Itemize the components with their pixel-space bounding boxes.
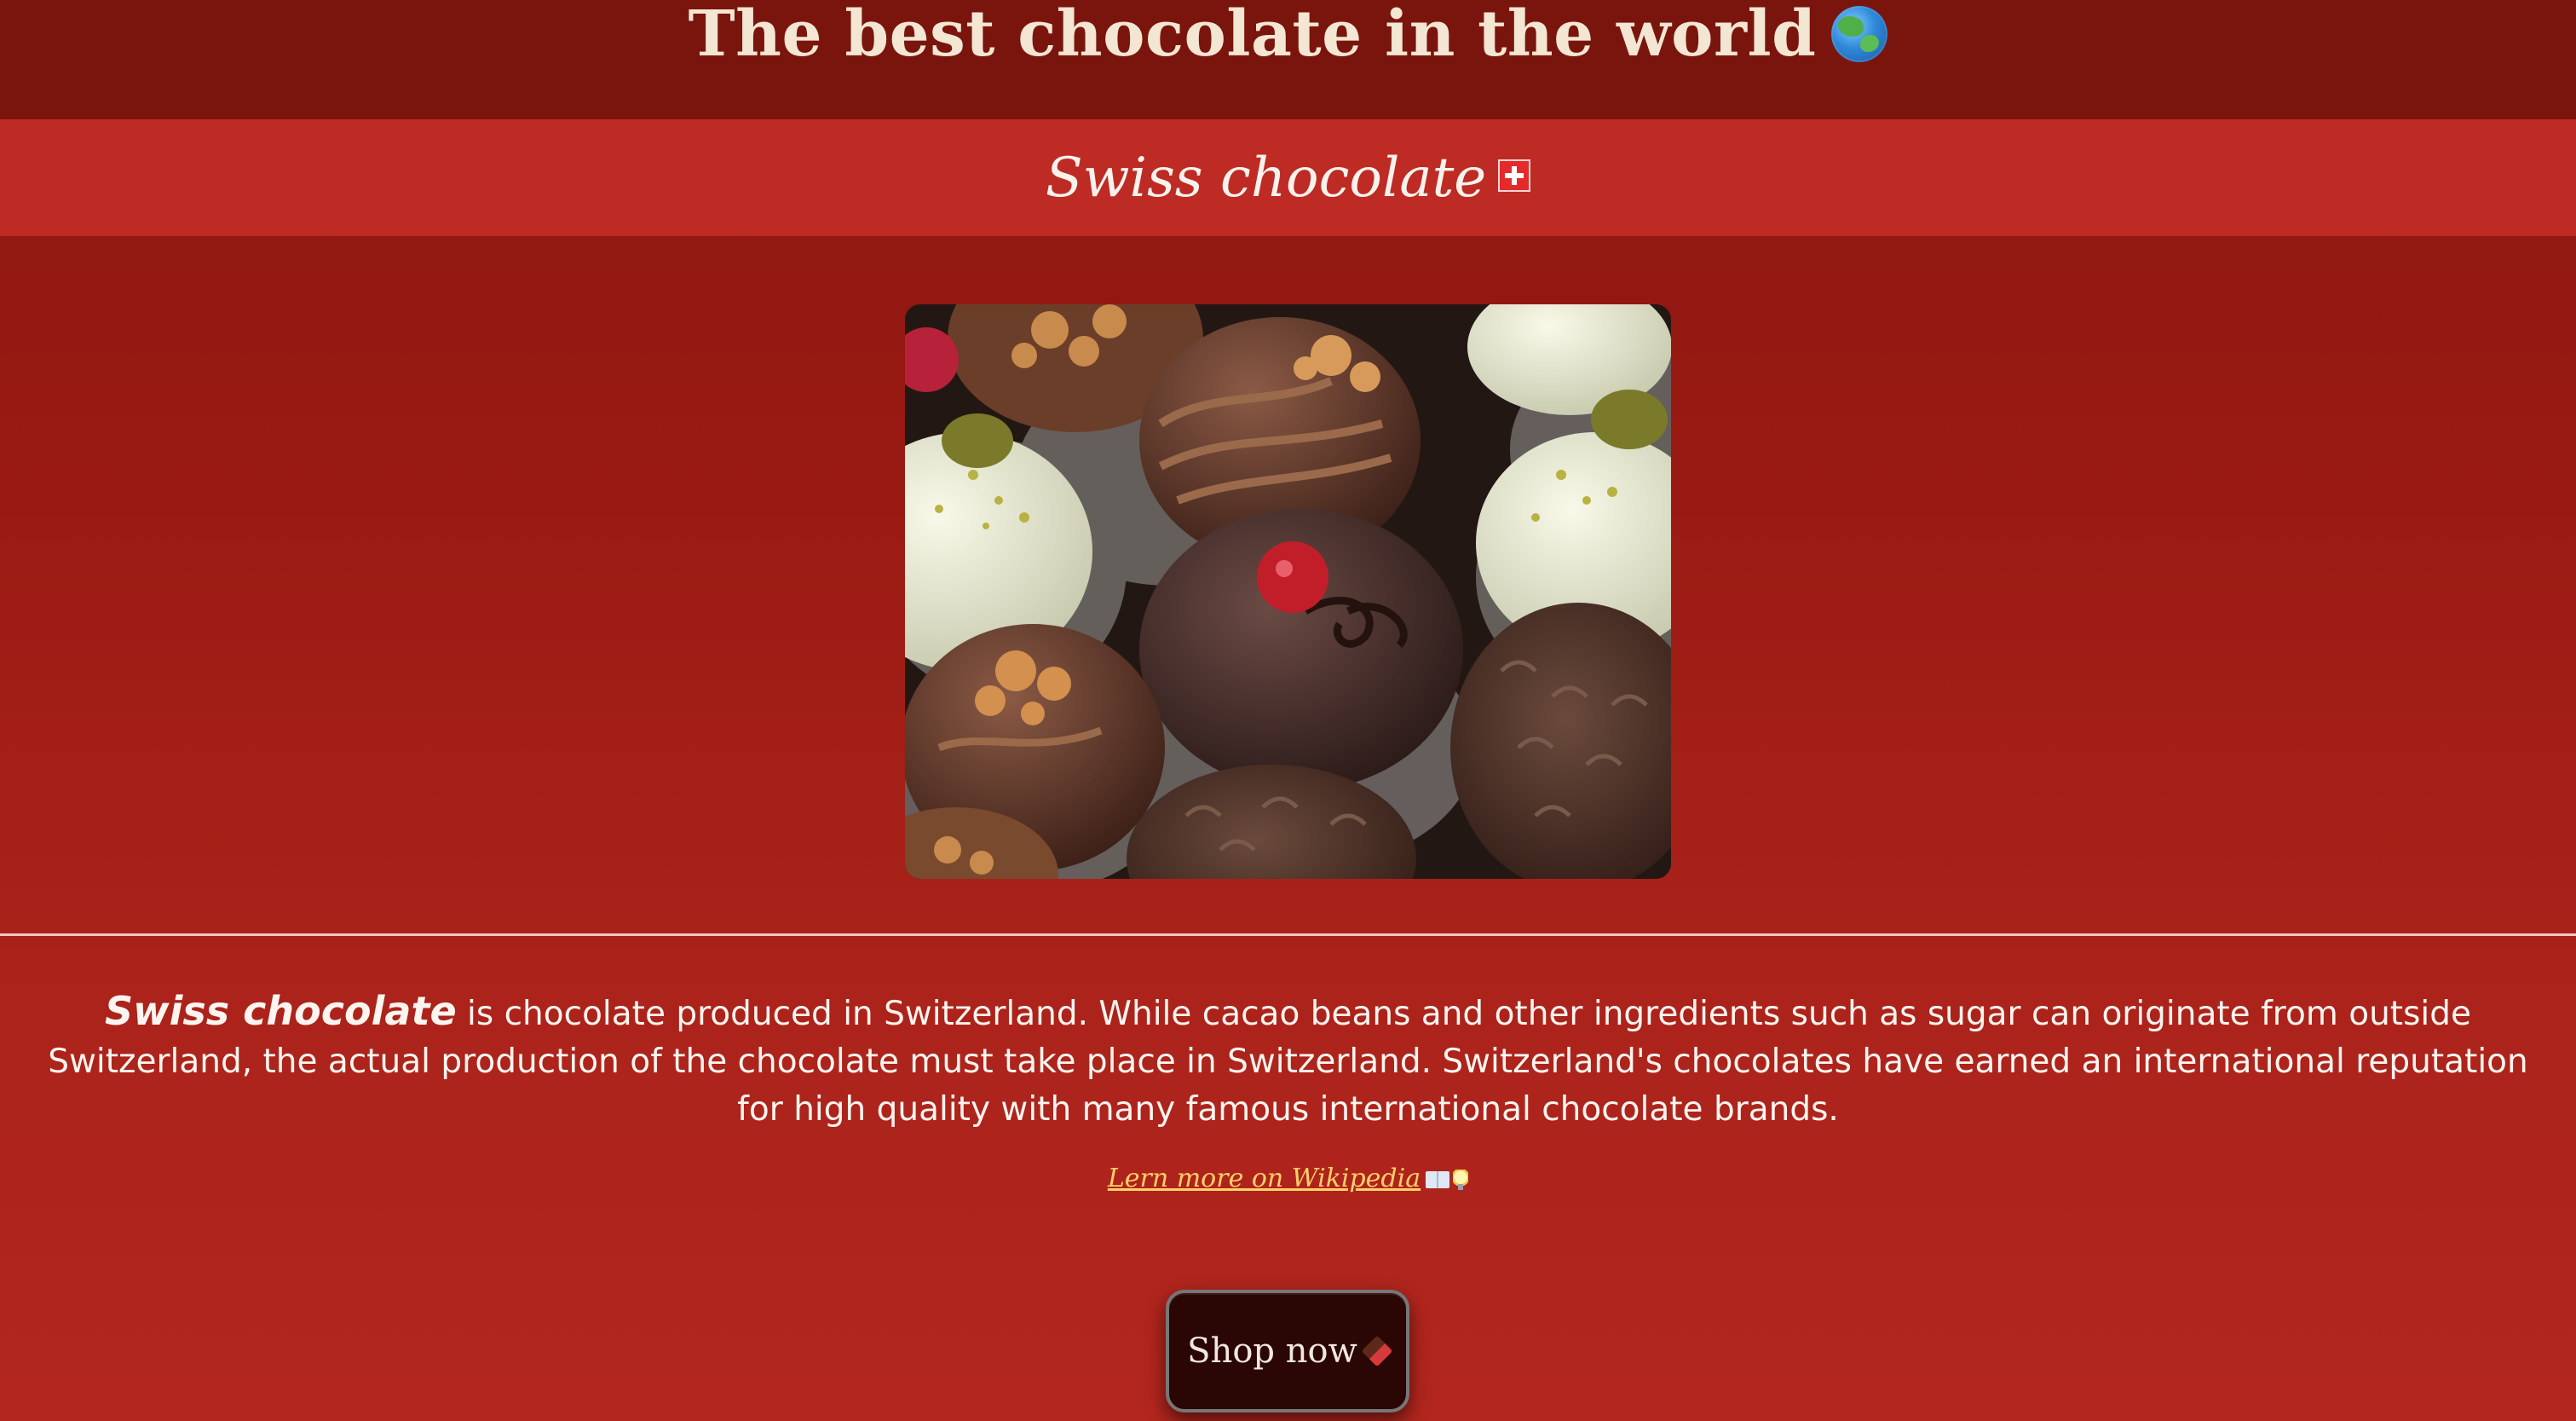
shop-now-label: Shop now bbox=[1187, 1331, 1357, 1371]
section-header: Swiss chocolate bbox=[0, 119, 2576, 236]
page-title: The best chocolate in the world bbox=[689, 0, 1888, 71]
book-icon bbox=[1426, 1171, 1450, 1188]
wikipedia-link[interactable]: Lern more on Wikipedia bbox=[0, 1164, 2576, 1193]
chocolate-photo bbox=[905, 304, 1671, 879]
description-emphasis: Swiss chocolate bbox=[105, 988, 457, 1034]
lightbulb-icon bbox=[1453, 1170, 1469, 1190]
wikipedia-link-label: Lern more on Wikipedia bbox=[1107, 1164, 1421, 1193]
swiss-flag-icon bbox=[1498, 159, 1531, 192]
globe-icon bbox=[1831, 6, 1888, 62]
page-title-text: The best chocolate in the world bbox=[688, 0, 1817, 71]
chocolate-illustration bbox=[905, 304, 1671, 879]
shop-now-button[interactable]: Shop now bbox=[1166, 1290, 1409, 1412]
header: The best chocolate in the world bbox=[0, 0, 2576, 119]
description-paragraph: Swiss chocolate is chocolate produced in… bbox=[34, 987, 2542, 1134]
section-title: Swiss chocolate bbox=[1045, 146, 1531, 210]
chocolate-bar-icon bbox=[1361, 1335, 1393, 1367]
divider bbox=[0, 933, 2576, 936]
section-title-text: Swiss chocolate bbox=[1045, 146, 1487, 210]
